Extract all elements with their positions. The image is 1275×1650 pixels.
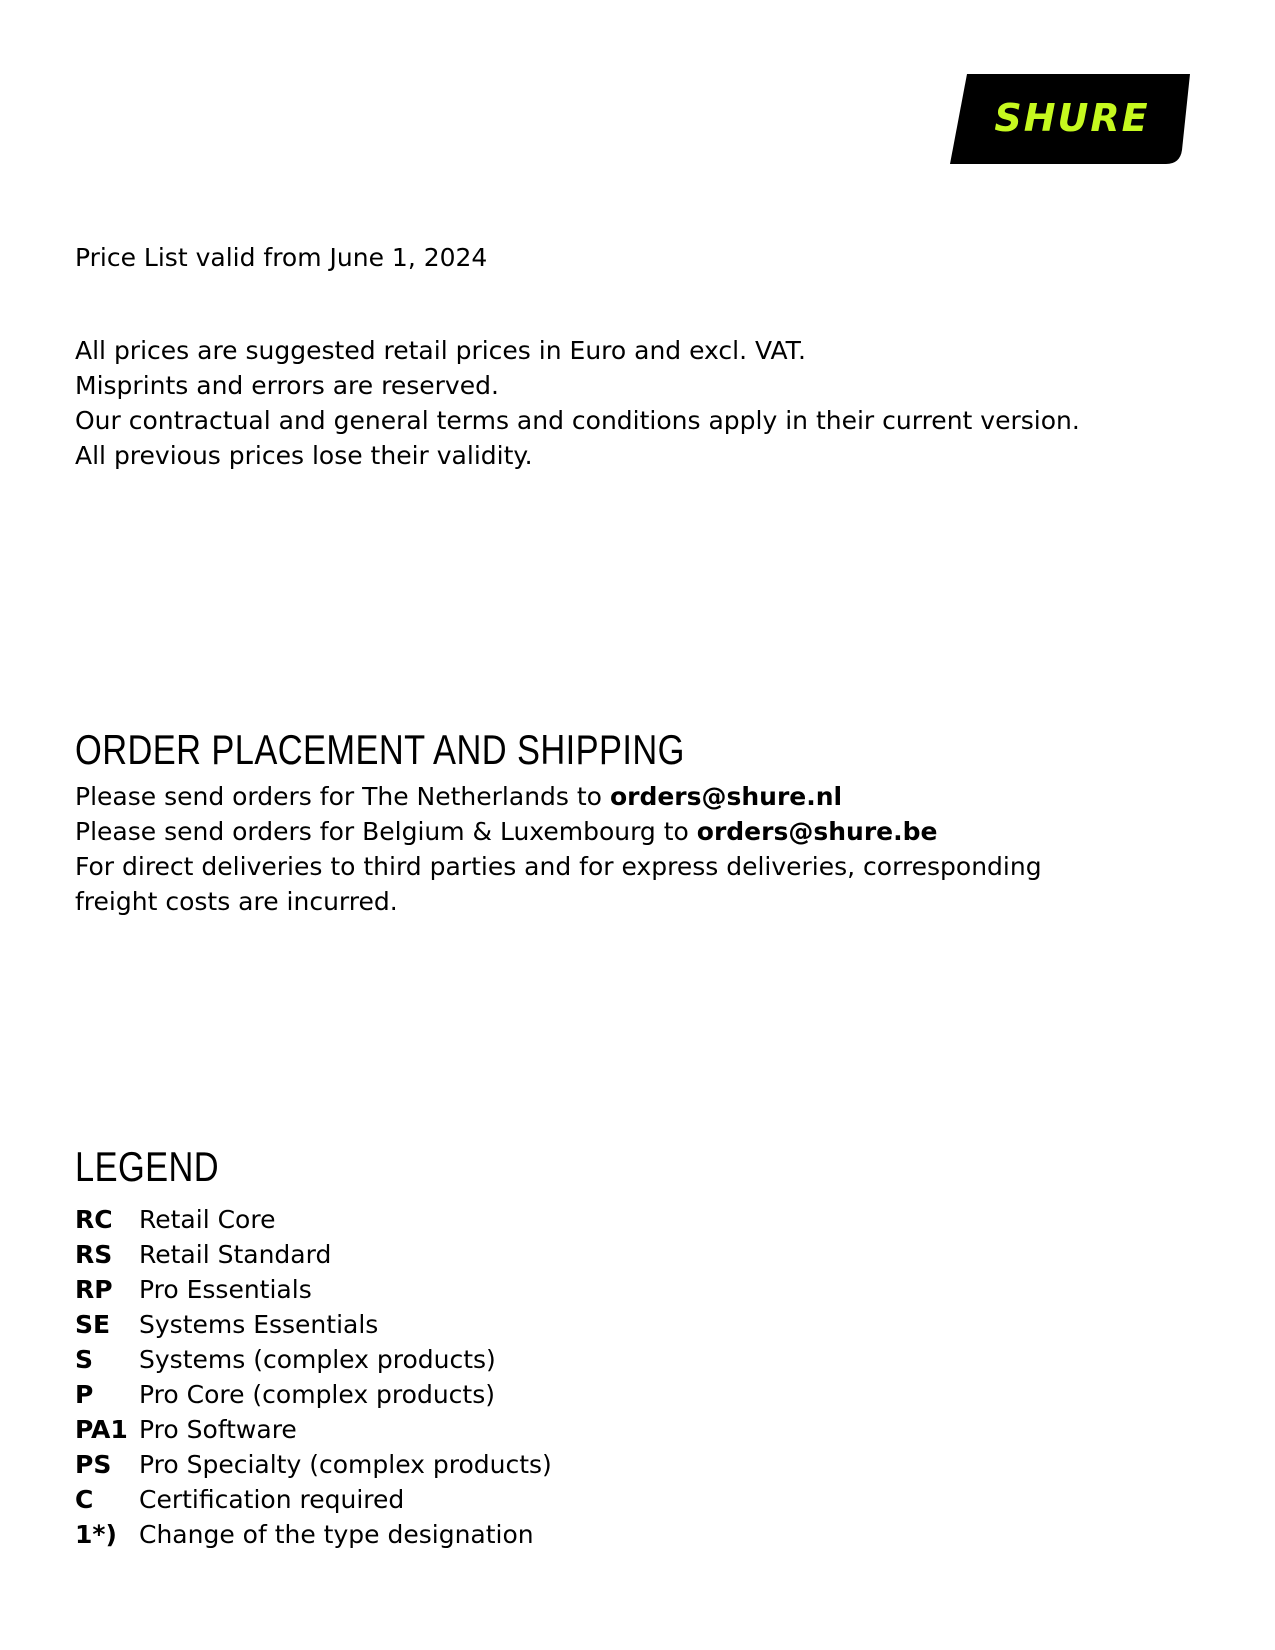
legend-item: PS Pro Specialty (complex products) xyxy=(75,1447,552,1482)
legend-code: PS xyxy=(75,1450,112,1479)
legend-code: 1*) xyxy=(75,1520,117,1549)
note-item: Misprints and errors are reserved. xyxy=(75,371,499,400)
legend-item: S Systems (complex products) xyxy=(75,1342,552,1377)
legend-code: PA1 xyxy=(75,1415,128,1444)
legend-code: SE xyxy=(75,1310,111,1339)
legend-label: Pro Essentials xyxy=(139,1275,312,1304)
legend-item: SE Systems Essentials xyxy=(75,1307,552,1342)
legend-label: Certification required xyxy=(139,1485,405,1514)
legend-code: P xyxy=(75,1380,94,1409)
legend-code: RC xyxy=(75,1205,113,1234)
order-line-belgium: Please send orders for Belgium & Luxembo… xyxy=(75,814,1055,849)
legend-item: P Pro Core (complex products) xyxy=(75,1377,552,1412)
legend-label: Pro Core (complex products) xyxy=(139,1380,495,1409)
order-line-netherlands: Please send orders for The Netherlands t… xyxy=(75,779,1055,814)
legend-label: Retail Standard xyxy=(139,1240,332,1269)
price-list-validity: Price List valid from June 1, 2024 xyxy=(75,243,488,272)
note-item: All prices are suggested retail prices i… xyxy=(75,336,806,365)
legend-item: RP Pro Essentials xyxy=(75,1272,552,1307)
legend-code: C xyxy=(75,1485,94,1514)
order-be-text: Please send orders for Belgium & Luxembo… xyxy=(75,817,697,846)
order-instructions: Please send orders for The Netherlands t… xyxy=(75,779,1055,919)
order-nl-text: Please send orders for The Netherlands t… xyxy=(75,782,610,811)
legend-item: RS Retail Standard xyxy=(75,1237,552,1272)
legend-code: S xyxy=(75,1345,94,1374)
shure-logo: SHURE xyxy=(950,74,1190,164)
email-belgium[interactable]: orders@shure.be xyxy=(697,817,938,846)
note-item: Our contractual and general terms and co… xyxy=(75,406,1080,435)
logo-text: SHURE xyxy=(994,96,1149,140)
email-netherlands[interactable]: orders@shure.nl xyxy=(610,782,842,811)
legend-code: RS xyxy=(75,1240,113,1269)
legend-item: PA1 Pro Software xyxy=(75,1412,552,1447)
legend-label: Retail Core xyxy=(139,1205,276,1234)
legend-label: Pro Specialty (complex products) xyxy=(139,1450,552,1479)
legend-label: Systems (complex products) xyxy=(139,1345,496,1374)
legend-label: Pro Software xyxy=(139,1415,297,1444)
legend-label: Systems Essentials xyxy=(139,1310,379,1339)
legend-item: RC Retail Core xyxy=(75,1202,552,1237)
order-section-title: ORDER PLACEMENT AND SHIPPING xyxy=(75,726,685,773)
legend-title: LEGEND xyxy=(75,1143,220,1190)
note-item: All previous prices lose their validity. xyxy=(75,441,533,470)
legend-item: C Certification required xyxy=(75,1482,552,1517)
freight-note: For direct deliveries to third parties a… xyxy=(75,852,1042,916)
shure-logo-mark: SHURE xyxy=(950,74,1190,164)
legend-code: RP xyxy=(75,1275,113,1304)
legend-list: RC Retail Core RS Retail Standard RP Pro Es… xyxy=(75,1202,552,1552)
legend-item: 1*) Change of the type designation xyxy=(75,1517,552,1552)
legend-label: Change of the type designation xyxy=(139,1520,534,1549)
price-notes: All prices are suggested retail prices i… xyxy=(75,333,1080,473)
